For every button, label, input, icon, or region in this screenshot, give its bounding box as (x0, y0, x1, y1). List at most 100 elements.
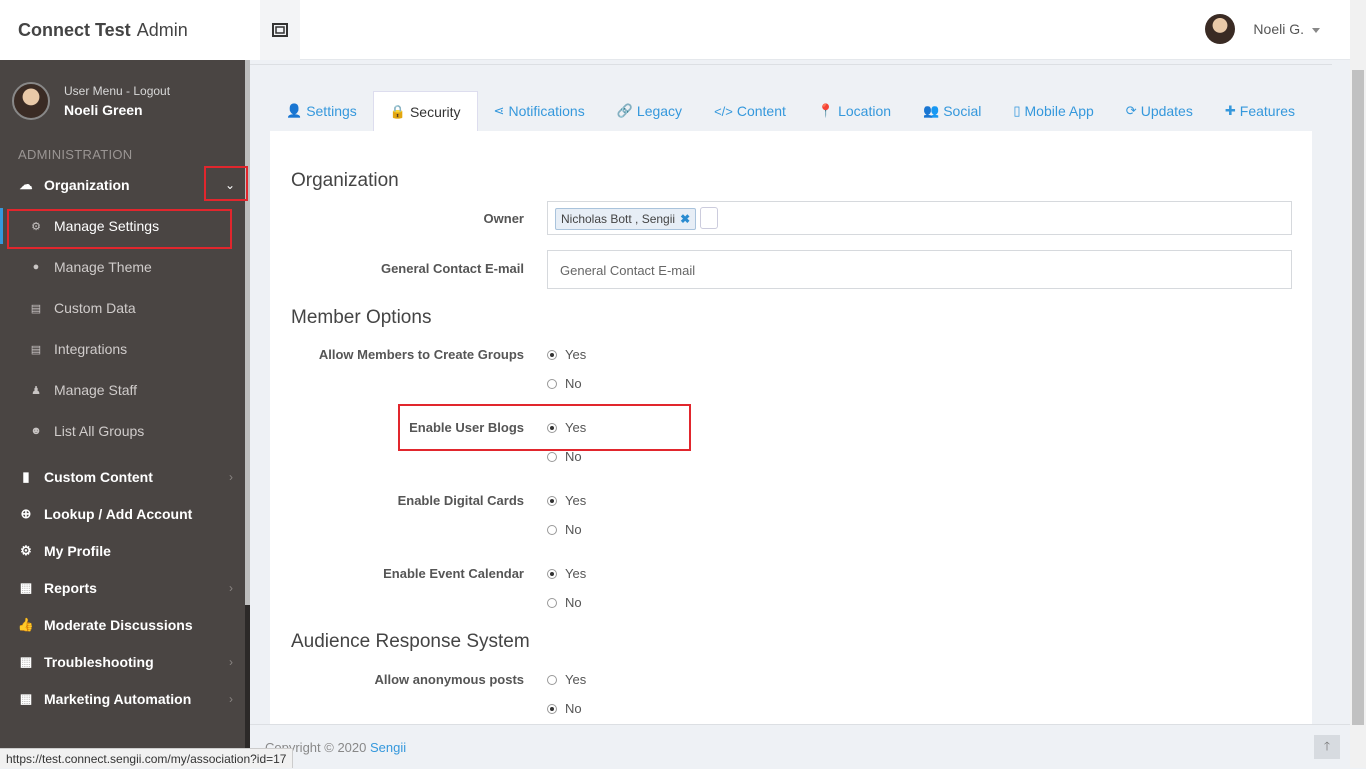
sidebar-item-reports[interactable]: ▦ Reports › (0, 569, 245, 606)
user-short-name: Noeli G. (1253, 21, 1320, 37)
section-heading-member-options: Member Options (291, 307, 432, 328)
sidebar-subitem-manage-theme[interactable]: ● Manage Theme (0, 249, 245, 285)
contact-email-placeholder: General Contact E-mail (560, 263, 696, 278)
fullscreen-toggle-button[interactable] (260, 0, 300, 60)
radio-label: Yes (565, 672, 587, 687)
sidebar-item-lookup-add-account[interactable]: ⊕ Lookup / Add Account (0, 495, 245, 532)
remove-chip-icon[interactable]: ✖ (680, 212, 690, 226)
tab-label: Mobile App (1024, 103, 1094, 119)
droplet-icon: ● (32, 261, 40, 273)
share-icon: ⋖ (493, 103, 505, 118)
sidebar-subitem-list-all-groups[interactable]: ☻ List All Groups (0, 413, 245, 449)
contact-email-field[interactable]: General Contact E-mail (547, 250, 1292, 289)
sidebar-subitem-custom-data[interactable]: ▤ Custom Data (0, 290, 245, 326)
anonymous-posts-no-radio[interactable]: No (547, 701, 582, 716)
section-heading-organization: Organization (291, 170, 399, 191)
link-icon: 🔗 (616, 103, 633, 118)
radio-label: No (565, 701, 582, 716)
page-scrollbar-thumb[interactable] (1352, 70, 1364, 725)
lock-icon: 🔒 (389, 103, 406, 119)
allow-groups-label: Allow Members to Create Groups (318, 347, 524, 362)
footer: Copyright © 2020 Sengii 🡑 (250, 724, 1350, 769)
table-icon: ▦ (19, 579, 33, 595)
sidebar-item-moderate-discussions[interactable]: 👍 Moderate Discussions (0, 606, 245, 643)
radio-label: Yes (565, 347, 587, 362)
sidebar-user[interactable]: User Menu - Logout Noeli Green (12, 82, 170, 120)
tab-label: Security (409, 103, 461, 120)
section-heading-audience-response: Audience Response System (291, 631, 530, 652)
radio-checked (547, 568, 557, 579)
brand-name: Connect Test (18, 19, 131, 40)
owner-label: Owner (483, 211, 524, 226)
event-calendar-label: Enable Event Calendar (383, 566, 524, 581)
page-scrollbar[interactable] (1350, 0, 1366, 768)
sidebar-item-my-profile[interactable]: ⚙ My Profile (0, 532, 245, 569)
top-bar: Connect Test Admin Noeli G. (0, 0, 1350, 60)
sidebar-item-label: List All Groups (54, 423, 145, 439)
user-dropdown[interactable]: Noeli G. (1205, 14, 1320, 44)
caret-down-icon (1312, 27, 1320, 33)
chevron-right-icon: › (229, 469, 233, 484)
tab-content[interactable]: </> Content (698, 91, 802, 131)
search-plus-icon: ⊕ (20, 505, 32, 521)
mobile-icon: ▯ (1013, 103, 1021, 118)
sidebar-item-troubleshooting[interactable]: ▦ Troubleshooting › (0, 643, 245, 680)
code-icon: </> (714, 103, 733, 119)
sidebar-item-custom-content[interactable]: ▮ Custom Content › (0, 458, 245, 495)
event-calendar-yes-radio[interactable]: Yes (547, 566, 586, 581)
highlight-box-user-blogs (398, 404, 691, 451)
radio-checked (547, 495, 557, 506)
radio-label: No (565, 595, 582, 610)
tab-security[interactable]: 🔒 Security (372, 91, 478, 131)
user-blogs-no-radio[interactable]: No (547, 449, 582, 464)
sidebar-subitem-integrations[interactable]: ▤ Integrations (0, 331, 245, 367)
tab-mobile-app[interactable]: ▯ Mobile App (997, 91, 1109, 131)
gear-icon: ⚙ (20, 542, 32, 558)
table-icon: ▦ (19, 653, 33, 669)
sidebar-item-label: Manage Staff (54, 382, 138, 398)
tab-location[interactable]: 📍 Location (802, 91, 907, 131)
tab-label: Legacy (636, 103, 683, 119)
user-icon: 👤 (286, 103, 303, 118)
digital-cards-yes-radio[interactable]: Yes (547, 493, 586, 508)
user-menu-link[interactable]: User Menu - Logout (64, 84, 170, 98)
sidebar-item-marketing-automation[interactable]: ▦ Marketing Automation › (0, 680, 245, 717)
chevron-right-icon: › (229, 580, 233, 595)
tab-social[interactable]: 👥 Social (907, 91, 997, 131)
digital-cards-no-radio[interactable]: No (547, 522, 582, 537)
tab-label: Location (838, 103, 892, 119)
radio-label: No (565, 449, 582, 464)
radio-checked (547, 703, 557, 714)
contact-email-label: General Contact E-mail (380, 261, 524, 276)
sidebar-item-label: Custom Data (54, 300, 136, 316)
tab-label: Notifications (508, 103, 585, 119)
scroll-to-top-button[interactable]: 🡑 (1314, 735, 1340, 759)
sidebar-item-label: Organization (44, 176, 130, 193)
owner-search-input[interactable] (700, 207, 718, 229)
radio-unchecked (547, 378, 557, 389)
browser-status-bar: https://test.connect.sengii.com/my/assoc… (0, 748, 294, 768)
tab-label: Features (1239, 103, 1296, 119)
allow-groups-yes-radio[interactable]: Yes (547, 347, 586, 362)
brand-suffix: Admin (136, 19, 188, 40)
radio-unchecked (547, 524, 557, 535)
owner-field[interactable]: Nicholas Bott , Sengii ✖ (547, 201, 1292, 235)
tab-features[interactable]: ✚ Features (1209, 91, 1311, 131)
event-calendar-no-radio[interactable]: No (547, 595, 582, 610)
users-icon: 👥 (923, 103, 940, 118)
allow-groups-no-radio[interactable]: No (547, 376, 582, 391)
tab-updates[interactable]: ⟳ Updates (1110, 91, 1209, 131)
owner-chip-text: Nicholas Bott , Sengii (561, 212, 676, 226)
sidebar-subitem-manage-staff[interactable]: ♟ Manage Staff (0, 372, 245, 408)
radio-checked (547, 349, 557, 360)
sidebar-item-label: Custom Content (44, 468, 153, 485)
file-icon: ▮ (22, 468, 30, 484)
footer-sengii-link[interactable]: Sengii (370, 740, 406, 755)
tab-notifications[interactable]: ⋖ Notifications (478, 91, 601, 131)
tab-settings[interactable]: 👤 Settings (270, 91, 373, 131)
tab-legacy[interactable]: 🔗 Legacy (601, 91, 698, 131)
avatar (1205, 14, 1236, 44)
cloud-icon: ☁ (19, 176, 33, 192)
brand-logo[interactable]: Connect Test Admin (0, 0, 260, 60)
anonymous-posts-yes-radio[interactable]: Yes (547, 672, 586, 687)
